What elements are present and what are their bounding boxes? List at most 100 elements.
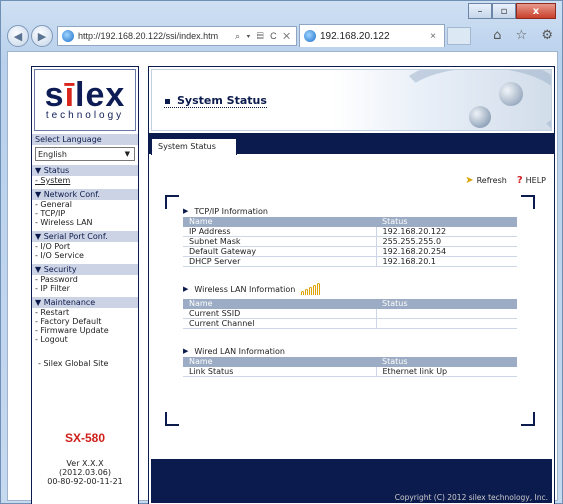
panel-corner [521, 412, 535, 426]
table-row: Default Gateway 192.168.20.254 [183, 246, 517, 257]
menu-item-tcpip[interactable]: - TCP/IP [32, 209, 138, 218]
row-name: Subnet Mask [183, 236, 377, 247]
tab-close-icon[interactable]: × [430, 31, 436, 42]
browser-window: – ▫ x ◀ ▶ http://192.168.20.122/ssi/inde… [0, 0, 563, 504]
window-controls: – ▫ x [468, 3, 556, 19]
menu-network: ▼ Network Conf. - General - TCP/IP - Wir… [32, 189, 138, 227]
address-bar[interactable]: http://192.168.20.122/ssi/index.htm ⌕ ▾ … [57, 26, 297, 46]
menu-item-firmware-update[interactable]: - Firmware Update [32, 326, 138, 335]
column-header-name: Name [183, 217, 376, 227]
column-header-status: Status [376, 357, 517, 367]
menu-maintenance: ▼ Maintenance - Restart - Factory Defaul… [32, 297, 138, 344]
main-content-panel: System Status System Status ➤ Refresh ? … [148, 66, 555, 504]
banner-decoration [499, 82, 523, 106]
page-title: System Status [164, 94, 267, 108]
menu-status: ▼ Status - System [32, 165, 138, 185]
row-value [376, 318, 517, 329]
menu-head-serial[interactable]: ▼ Serial Port Conf. [32, 231, 138, 242]
left-navigation-panel: sīlex technology Select Language English… [31, 66, 139, 504]
silex-global-site-link[interactable]: - Silex Global Site [32, 358, 138, 370]
tcpip-section: ▶ TCP/IP Information Name Status IP Addre… [183, 205, 517, 267]
refresh-button[interactable]: ➤ Refresh [465, 175, 507, 186]
logo-wordmark: sīlex [44, 75, 126, 114]
table-row: Current SSID [183, 309, 517, 319]
address-tools-icons[interactable]: ⌕ ▾ ▤ C ✕ [231, 31, 296, 42]
panel-corner [165, 412, 179, 426]
row-name: DHCP Server [183, 256, 377, 267]
refresh-icon: ➤ [465, 175, 474, 186]
language-select[interactable]: English ▼ [35, 147, 135, 161]
menu-item-ip-filter[interactable]: - IP Filter [32, 284, 138, 293]
help-button[interactable]: ? HELP [517, 175, 546, 186]
column-header-name: Name [183, 357, 376, 367]
menu-item-io-service[interactable]: - I/O Service [32, 251, 138, 260]
close-window-button[interactable]: x [516, 3, 556, 19]
column-header-status: Status [376, 217, 517, 227]
table-row: DHCP Server 192.168.20.1 [183, 256, 517, 267]
row-value [376, 309, 517, 319]
menu-item-factory-default[interactable]: - Factory Default [32, 317, 138, 326]
new-tab-button[interactable] [447, 27, 471, 45]
row-value: 192.168.20.1 [376, 256, 517, 267]
menu-item-wireless-lan[interactable]: - Wireless LAN [32, 218, 138, 227]
mac-address: 00-80-92-00-11-21 [47, 477, 123, 486]
menu-item-io-port[interactable]: - I/O Port [32, 242, 138, 251]
tcpip-table: Name Status IP Address 192.168.20.122 Sub… [183, 217, 517, 267]
column-header-status: Status [376, 299, 517, 309]
menu-head-network[interactable]: ▼ Network Conf. [32, 189, 138, 200]
row-name: IP Address [183, 227, 377, 237]
row-value: 192.168.20.122 [376, 227, 517, 237]
menu-security: ▼ Security - Password - IP Filter [32, 264, 138, 293]
maximize-button[interactable]: ▫ [492, 3, 516, 19]
status-panel: ▶ TCP/IP Information Name Status IP Addre… [165, 195, 535, 426]
row-name: Current Channel [183, 318, 377, 329]
chevron-down-icon: ▼ [124, 150, 130, 158]
back-button[interactable]: ◀ [7, 25, 29, 47]
logo-subtitle: technology [45, 109, 125, 121]
triangle-right-icon: ▶ [183, 207, 189, 215]
menu-item-password[interactable]: - Password [32, 275, 138, 284]
panel-corner [521, 195, 535, 209]
browser-toolbar: ◀ ▶ http://192.168.20.122/ssi/index.htm … [7, 23, 558, 49]
help-icon: ? [516, 175, 523, 186]
panel-corner [165, 195, 179, 209]
menu-head-security[interactable]: ▼ Security [32, 264, 138, 275]
row-name: Default Gateway [183, 246, 377, 257]
wireless-lan-section: ▶ Wireless LAN Information Name Status C… [183, 283, 517, 329]
menu-item-logout[interactable]: - Logout [32, 335, 138, 344]
browser-tab[interactable]: 192.168.20.122 × [299, 24, 445, 47]
page-tab-bar: System Status [149, 133, 554, 155]
wired-lan-section-title: ▶ Wired LAN Information [183, 346, 285, 356]
forward-button[interactable]: ▶ [31, 25, 53, 47]
menu-head-status[interactable]: ▼ Status [32, 165, 138, 176]
triangle-right-icon: ▶ [183, 285, 189, 293]
device-model: SX-580 [64, 431, 106, 445]
wired-lan-table: Name Status Link Status Ethernet link Up [183, 357, 517, 377]
tcpip-section-title: ▶ TCP/IP Information [183, 206, 268, 216]
row-name: Link Status [183, 367, 377, 377]
signal-strength-icon [301, 283, 321, 295]
table-header-row: Name Status [183, 299, 517, 309]
firmware-date: (2012.03.06) [58, 468, 112, 477]
home-favorites-tools-icons[interactable]: ⌂ ☆ ⚙ [493, 28, 558, 43]
menu-serial: ▼ Serial Port Conf. - I/O Port - I/O Ser… [32, 231, 138, 260]
row-value: Ethernet link Up [376, 367, 517, 377]
table-row: Link Status Ethernet link Up [183, 367, 517, 377]
minimize-button[interactable]: – [468, 3, 492, 19]
tab-system-status[interactable]: System Status [151, 138, 237, 155]
help-label: HELP [525, 176, 546, 185]
page-actions: ➤ Refresh ? HELP [465, 175, 546, 186]
table-header-row: Name Status [183, 357, 517, 367]
table-row: IP Address 192.168.20.122 [183, 227, 517, 237]
row-value: 255.255.255.0 [376, 236, 517, 247]
ie-icon [62, 30, 74, 42]
menu-item-restart[interactable]: - Restart [32, 308, 138, 317]
menu-item-system[interactable]: - System [32, 176, 138, 185]
menu-head-maintenance[interactable]: ▼ Maintenance [32, 297, 138, 308]
wired-lan-section: ▶ Wired LAN Information Name Status Link … [183, 345, 517, 377]
page-footer: Copyright (C) 2012 silex technology, Inc… [151, 459, 552, 503]
title-square-icon [164, 97, 171, 105]
menu-item-general[interactable]: - General [32, 200, 138, 209]
web-page: sīlex technology Select Language English… [7, 51, 558, 504]
silex-logo: sīlex technology [34, 69, 136, 131]
